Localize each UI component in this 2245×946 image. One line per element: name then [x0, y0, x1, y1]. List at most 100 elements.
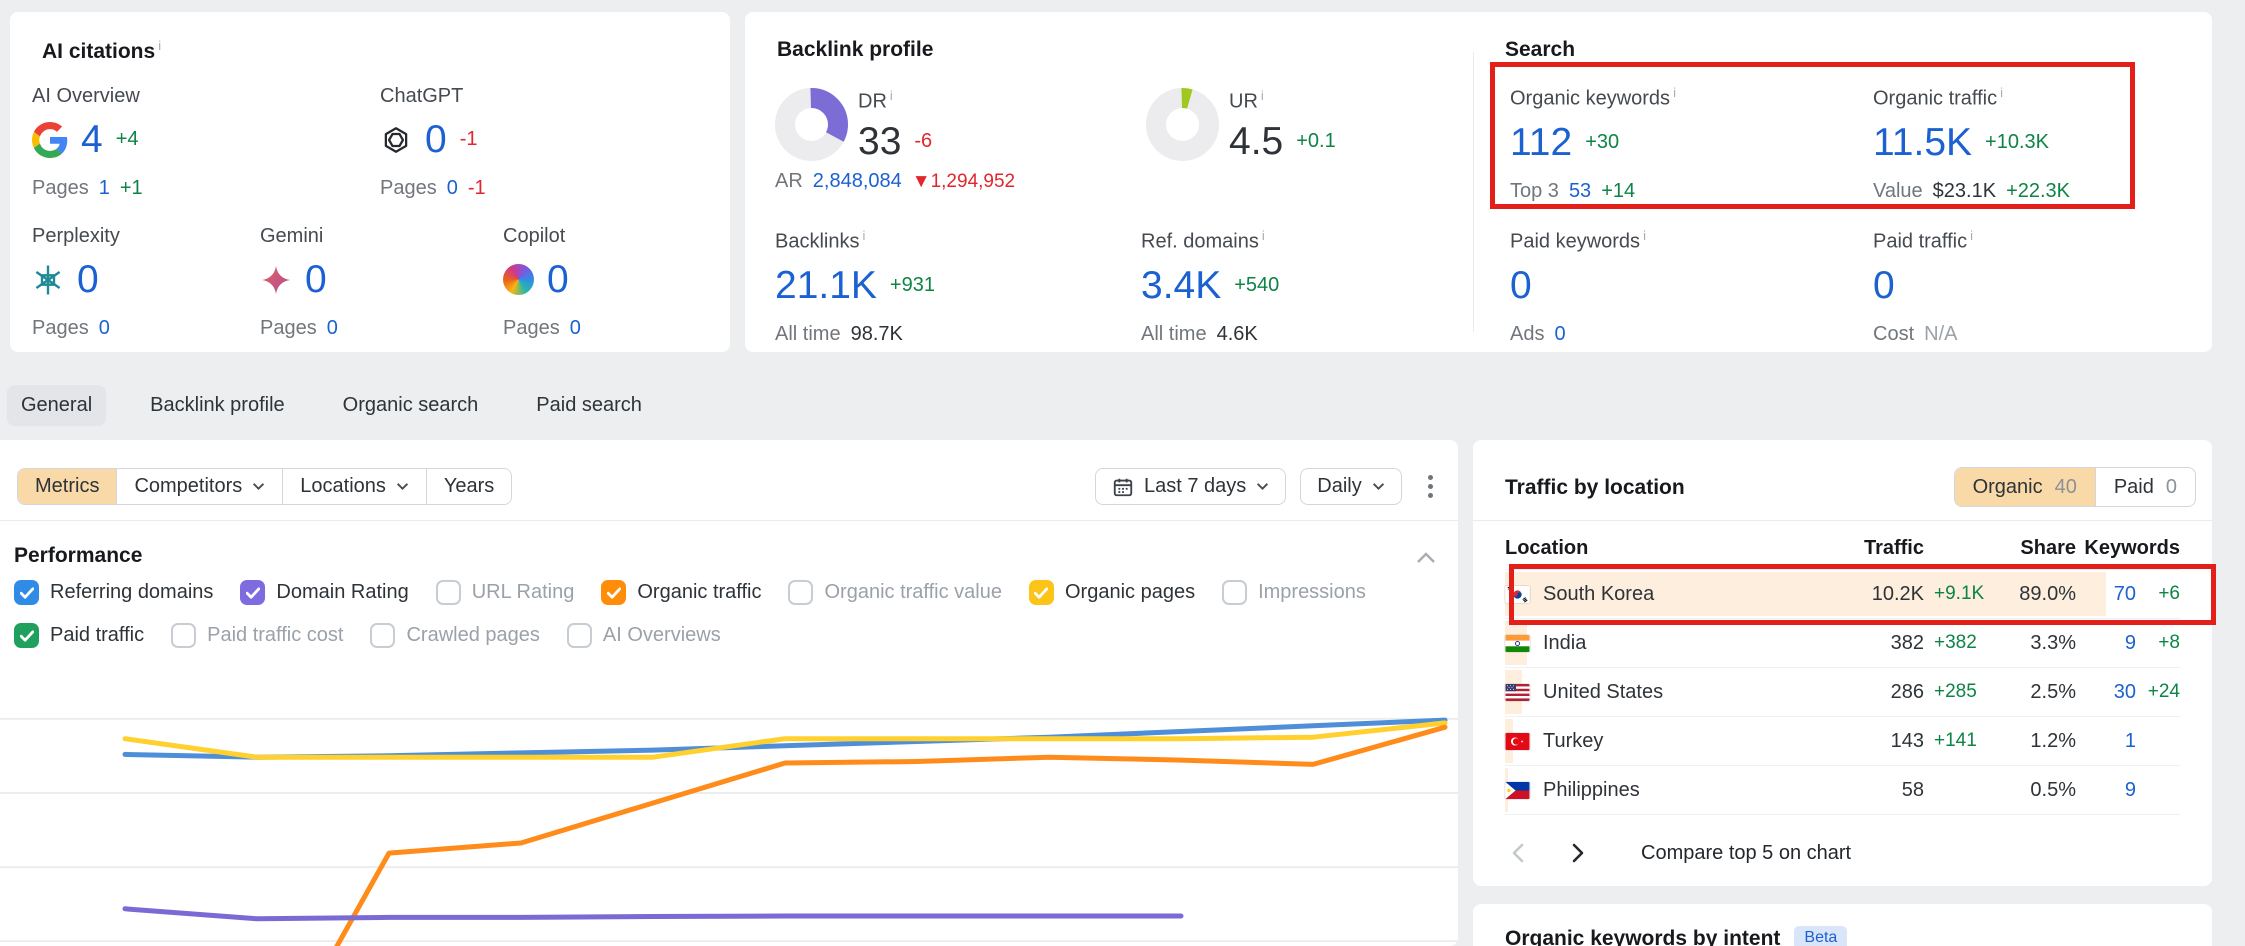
- locations-dropdown[interactable]: Locations: [283, 469, 427, 504]
- metric-label: Copilot: [503, 225, 581, 248]
- top3-value[interactable]: 53: [1569, 180, 1591, 203]
- organic-traffic-metric: Organic traffici 11.5K +10.3K Value $23.…: [1873, 85, 2070, 203]
- checkbox-organic-pages[interactable]: Organic pages: [1029, 580, 1195, 605]
- keywords-value[interactable]: 70: [2076, 583, 2136, 606]
- performance-line-chart[interactable]: [0, 660, 1458, 946]
- competitors-dropdown[interactable]: Competitors: [117, 469, 283, 504]
- organic-keywords-value[interactable]: 112: [1510, 123, 1572, 162]
- ref-domains-value[interactable]: 3.4K: [1141, 266, 1221, 305]
- perplexity-value: 0: [77, 260, 99, 299]
- paid-traffic-value[interactable]: 0: [1873, 266, 1895, 305]
- organic-traffic-value[interactable]: 11.5K: [1873, 123, 1972, 162]
- tab-backlink-profile[interactable]: Backlink profile: [136, 385, 299, 426]
- pages-delta: +1: [120, 177, 143, 200]
- checkbox-icon: [370, 623, 395, 648]
- info-icon: i: [1262, 228, 1265, 243]
- checkbox-paid-traffic[interactable]: Paid traffic: [14, 623, 144, 648]
- checkbox-label: URL Rating: [472, 581, 575, 604]
- keywords-value[interactable]: 9: [2076, 632, 2136, 655]
- pages-value[interactable]: 1: [99, 177, 110, 200]
- checkbox-url-rating[interactable]: URL Rating: [436, 580, 575, 605]
- keywords-value[interactable]: 1: [2076, 730, 2136, 753]
- backlink-profile-title: Backlink profile: [777, 38, 933, 62]
- traffic-value: 286: [1824, 681, 1924, 704]
- chevron-left-icon: [1511, 843, 1525, 863]
- tab-organic-search[interactable]: Organic search: [329, 385, 493, 426]
- traffic-value: 58: [1824, 779, 1924, 802]
- table-row-india[interactable]: India 382 +382 3.3% 9 +8: [1505, 619, 2180, 668]
- share-value: 1.2%: [1996, 730, 2076, 753]
- philippines-flag-icon: [1505, 782, 1530, 799]
- pages-value[interactable]: 0: [570, 317, 581, 340]
- more-options-button[interactable]: [1416, 468, 1446, 505]
- backlinks-value[interactable]: 21.1K: [775, 266, 877, 305]
- checkbox-paid-traffic-cost[interactable]: Paid traffic cost: [171, 623, 343, 648]
- info-icon: i: [158, 38, 161, 53]
- collapse-section-icon[interactable]: [1416, 552, 1436, 564]
- share-value: 89.0%: [1996, 583, 2076, 606]
- organic-traffic-label: Organic traffic: [1873, 88, 1997, 110]
- ai-overview-value: 4: [81, 120, 103, 159]
- checkbox-icon: [1222, 580, 1247, 605]
- cost-value: N/A: [1924, 323, 1957, 346]
- checkbox-crawled-pages[interactable]: Crawled pages: [370, 623, 539, 648]
- years-button[interactable]: Years: [427, 469, 511, 504]
- table-row-philippines[interactable]: Philippines 58 0.5% 9: [1505, 766, 2180, 815]
- toggle-organic[interactable]: Organic 40: [1955, 468, 2095, 506]
- chevron-down-icon: [396, 482, 409, 491]
- compare-top5-button[interactable]: Compare top 5 on chart: [1641, 842, 1851, 865]
- ar-value[interactable]: 2,848,084: [813, 170, 902, 193]
- checkbox-domain-rating[interactable]: Domain Rating: [240, 580, 408, 605]
- pages-label: Pages: [32, 177, 89, 200]
- ar-label: AR: [775, 170, 803, 193]
- pages-value[interactable]: 0: [327, 317, 338, 340]
- ur-metric: URi 4.5 +0.1: [1229, 88, 1336, 161]
- keywords-value[interactable]: 9: [2076, 779, 2136, 802]
- checkbox-label: Impressions: [1258, 581, 1366, 604]
- ref-domains-metric: Ref. domainsi 3.4K +540 All time 4.6K: [1141, 228, 1279, 346]
- metrics-button[interactable]: Metrics: [18, 469, 117, 504]
- tab-general[interactable]: General: [7, 385, 106, 426]
- checkbox-referring-domains[interactable]: Referring domains: [14, 580, 213, 605]
- checkbox-organic-traffic[interactable]: Organic traffic: [601, 580, 761, 605]
- table-row-united-states[interactable]: United States 286 +285 2.5% 30 +24: [1505, 668, 2180, 717]
- metric-label: AI Overview: [32, 85, 143, 108]
- share-value: 3.3%: [1996, 632, 2076, 655]
- table-row-south-korea[interactable]: South Korea 10.2K +9.1K 89.0% 70 +6: [1505, 570, 2180, 619]
- traffic-by-location-panel: Traffic by location Organic 40 Paid 0 Lo…: [1473, 440, 2212, 886]
- ai-overview-metric: AI Overview 4 +4 Pages 1 +1: [32, 85, 143, 200]
- ads-value[interactable]: 0: [1554, 323, 1565, 346]
- next-page-button[interactable]: [1565, 840, 1591, 866]
- prev-page-button[interactable]: [1505, 840, 1531, 866]
- tab-paid-search[interactable]: Paid search: [522, 385, 656, 426]
- location-name: Philippines: [1543, 779, 1640, 802]
- ads-label: Ads: [1510, 323, 1544, 346]
- checkbox-impressions[interactable]: Impressions: [1222, 580, 1366, 605]
- table-row-turkey[interactable]: Turkey 143 +141 1.2% 1: [1505, 717, 2180, 766]
- paid-keywords-value[interactable]: 0: [1510, 266, 1532, 305]
- keywords-value[interactable]: 30: [2076, 681, 2136, 704]
- date-range-dropdown[interactable]: Last 7 days: [1095, 468, 1286, 505]
- keywords-by-intent-card: Organic keywords by intentBeta: [1473, 904, 2212, 946]
- checkbox-icon: [436, 580, 461, 605]
- calendar-icon: [1112, 476, 1134, 498]
- checkbox-ai-overviews[interactable]: AI Overviews: [567, 623, 721, 648]
- granularity-dropdown[interactable]: Daily: [1300, 468, 1401, 505]
- checkbox-organic-traffic-value[interactable]: Organic traffic value: [788, 580, 1002, 605]
- checkbox-label: Paid traffic cost: [207, 624, 343, 647]
- gemini-value: 0: [305, 260, 327, 299]
- toggle-paid[interactable]: Paid 0: [2095, 468, 2195, 506]
- chatgpt-delta: -1: [460, 128, 478, 151]
- keywords-delta: +6: [2136, 583, 2180, 605]
- toggle-paid-label: Paid: [2114, 476, 2154, 499]
- ai-overview-delta: +4: [116, 128, 139, 151]
- pages-value[interactable]: 0: [447, 177, 458, 200]
- pages-delta: -1: [468, 177, 486, 200]
- ur-delta: +0.1: [1296, 130, 1335, 153]
- checkbox-label: Organic pages: [1065, 581, 1195, 604]
- google-icon: [32, 122, 68, 158]
- metric-label: ChatGPT: [380, 85, 486, 108]
- south-korea-flag-icon: [1505, 586, 1530, 603]
- location-name: United States: [1543, 681, 1663, 704]
- pages-value[interactable]: 0: [99, 317, 110, 340]
